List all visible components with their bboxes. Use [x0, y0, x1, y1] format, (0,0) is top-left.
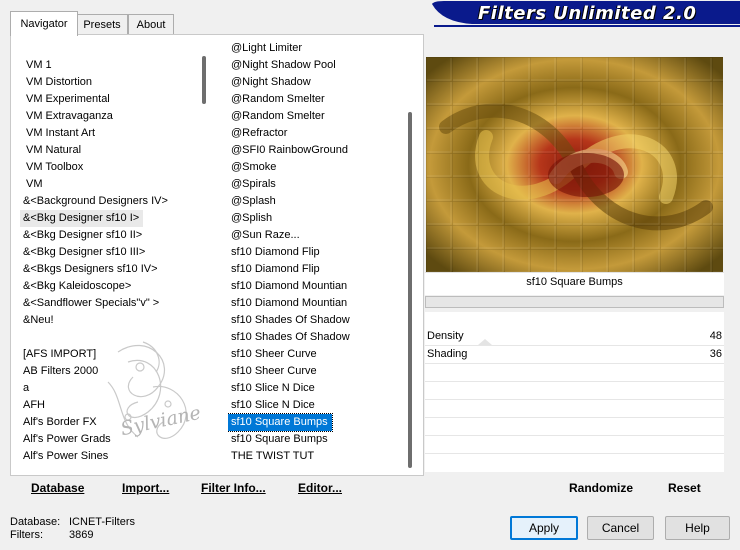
- category-item[interactable]: VM Toolbox: [20, 159, 87, 176]
- category-item[interactable]: a: [20, 380, 33, 397]
- database-button[interactable]: Database: [31, 480, 84, 496]
- database-label: Database: [31, 481, 85, 495]
- param-row-empty: [425, 382, 724, 400]
- slider-marker-icon: [478, 339, 492, 345]
- tab-about[interactable]: About: [128, 14, 174, 35]
- preview-image: [426, 57, 723, 272]
- filter-item[interactable]: @Splish: [228, 210, 276, 227]
- category-item[interactable]: VM Instant Art: [20, 125, 99, 142]
- category-item: [20, 329, 27, 346]
- filter-item[interactable]: @Sun Raze...: [228, 227, 304, 244]
- category-item[interactable]: VM Extravaganza: [20, 108, 117, 125]
- filter-item[interactable]: sf10 Diamond Flip: [228, 244, 324, 261]
- filter-item[interactable]: @Splash: [228, 193, 280, 210]
- category-item[interactable]: VM: [20, 176, 47, 193]
- param-row-empty: [425, 400, 724, 418]
- filter-item[interactable]: @Spirals: [228, 176, 280, 193]
- filter-item[interactable]: sf10 Slice N Dice: [228, 380, 319, 397]
- category-item[interactable]: VM 1: [20, 57, 56, 74]
- param-row-empty: [425, 454, 724, 471]
- category-item[interactable]: &<Bkg Designer sf10 II>: [20, 227, 146, 244]
- category-item[interactable]: &Neu!: [20, 312, 58, 329]
- status-filters-label: Filters:: [10, 529, 43, 541]
- filter-item[interactable]: @SFI0 RainbowGround: [228, 142, 352, 159]
- param-shading-value: 36: [709, 348, 722, 360]
- tab-navigator[interactable]: Navigator: [10, 11, 78, 36]
- cancel-button[interactable]: Cancel: [587, 516, 654, 540]
- filter-info-button[interactable]: Filter Info...: [201, 480, 266, 496]
- category-item[interactable]: VM Natural: [20, 142, 85, 159]
- filter-item[interactable]: @Light Limiter: [228, 40, 306, 57]
- param-shading-label: Shading: [427, 348, 468, 360]
- progress-bar: [425, 296, 724, 308]
- category-item[interactable]: [AFS IMPORT]: [20, 346, 100, 363]
- category-item[interactable]: &<Bkgs Designers sf10 IV>: [20, 261, 162, 278]
- filter-item[interactable]: sf10 Square Bumps: [228, 431, 332, 448]
- filter-item[interactable]: sf10 Square Bumps: [228, 413, 333, 432]
- editor-button[interactable]: Editor...: [298, 480, 342, 496]
- filter-item[interactable]: THE TWIST TUT: [228, 448, 318, 465]
- status-database-value: ICNET-Filters: [69, 516, 135, 528]
- tab-presets[interactable]: Presets: [76, 14, 128, 35]
- filter-item[interactable]: sf10 Diamond Flip: [228, 261, 324, 278]
- category-item[interactable]: AB Filters 2000: [20, 363, 102, 380]
- category-item[interactable]: AFH: [20, 397, 49, 414]
- param-row-shading[interactable]: Shading 36: [425, 346, 724, 364]
- category-item[interactable]: &<Background Designers IV>: [20, 193, 172, 210]
- reset-button[interactable]: Reset: [668, 480, 701, 496]
- param-density-value: 48: [709, 330, 722, 342]
- app-title: Filters Unlimited 2.0: [478, 3, 697, 24]
- filter-item[interactable]: sf10 Sheer Curve: [228, 346, 321, 363]
- filter-scroll-thumb[interactable]: [408, 112, 412, 468]
- filter-item[interactable]: sf10 Diamond Mountian: [228, 295, 351, 312]
- category-item[interactable]: VM Distortion: [20, 74, 96, 91]
- randomize-button[interactable]: Randomize: [569, 480, 633, 496]
- category-item[interactable]: &<Bkg Kaleidoscope>: [20, 278, 135, 295]
- import-label: Import...: [122, 481, 170, 495]
- param-density-label: Density: [427, 330, 464, 342]
- filter-item[interactable]: @Random Smelter: [228, 91, 329, 108]
- import-button[interactable]: Import...: [122, 480, 169, 496]
- filter-item[interactable]: sf10 Shades Of Shadow: [228, 329, 354, 346]
- filter-item[interactable]: @Refractor: [228, 125, 291, 142]
- filter-title: sf10 Square Bumps: [526, 276, 623, 288]
- help-button[interactable]: Help: [665, 516, 730, 540]
- filter-item[interactable]: @Smoke: [228, 159, 280, 176]
- editor-label: Editor...: [298, 481, 343, 495]
- apply-button[interactable]: Apply: [510, 516, 578, 540]
- status-filters-value: 3869: [69, 529, 94, 541]
- category-item[interactable]: &<Sandflower Specials"v" >: [20, 295, 163, 312]
- param-row-empty: [425, 364, 724, 382]
- category-item[interactable]: VM Experimental: [20, 91, 114, 108]
- watermark-flourish-icon: [107, 341, 187, 439]
- category-item[interactable]: &<Bkg Designer sf10 III>: [20, 244, 149, 261]
- category-item[interactable]: &<Bkg Designer sf10 I>: [20, 210, 144, 227]
- filter-item[interactable]: sf10 Sheer Curve: [228, 363, 321, 380]
- filter-scrollbar[interactable]: [407, 40, 413, 468]
- param-row-empty: [425, 418, 724, 436]
- param-row-density[interactable]: Density 48: [425, 328, 724, 346]
- status-database-label: Database:: [10, 516, 61, 528]
- filter-list[interactable]: @Light Limiter @Night Shadow Pool @Night S…: [228, 40, 400, 468]
- filter-info-label: Filter Info...: [201, 481, 266, 495]
- category-item[interactable]: Alf's Border FX: [20, 414, 101, 431]
- category-scroll-thumb[interactable]: [202, 56, 206, 104]
- filter-item[interactable]: sf10 Diamond Mountian: [228, 278, 351, 295]
- filter-item[interactable]: @Random Smelter: [228, 108, 329, 125]
- filter-item[interactable]: @Night Shadow Pool: [228, 57, 340, 74]
- param-row-empty: [425, 436, 724, 454]
- filter-item[interactable]: sf10 Shades Of Shadow: [228, 312, 354, 329]
- filter-item[interactable]: sf10 Slice N Dice: [228, 397, 319, 414]
- filter-item[interactable]: @Night Shadow: [228, 74, 315, 91]
- category-item[interactable]: Alf's Power Toys: [20, 465, 107, 468]
